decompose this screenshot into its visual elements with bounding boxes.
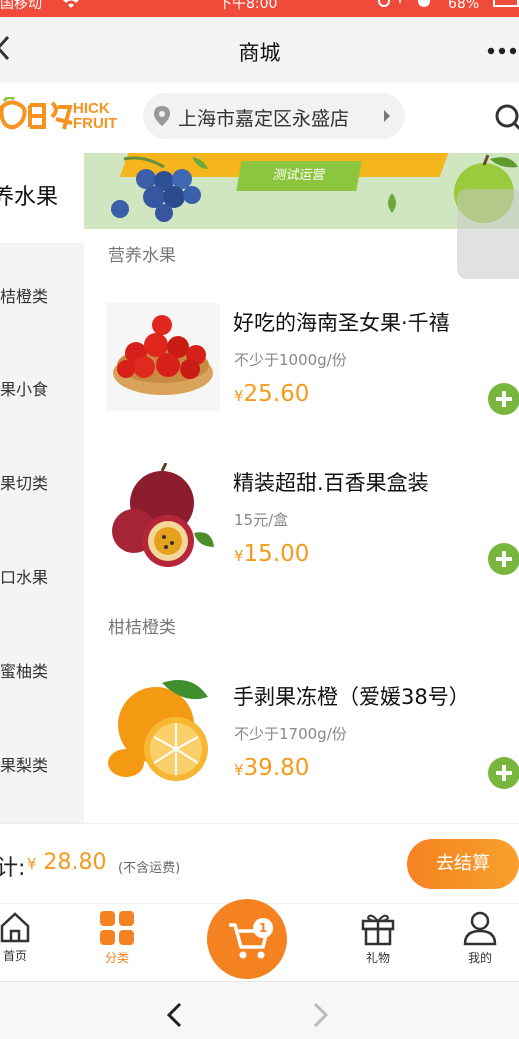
browser-back-icon[interactable] — [165, 1002, 185, 1028]
sidebar-item-cut-fruit[interactable]: 果切类 — [0, 470, 84, 494]
tab-category[interactable]: 分类 — [94, 910, 140, 966]
product-item[interactable]: 好吃的海南圣女果·千禧 不少于1000g/份 ¥25.60 — [84, 303, 519, 463]
tab-label: 我的 — [467, 951, 492, 965]
brand-name-line2: FRUIT — [73, 115, 118, 132]
browser-toolbar — [0, 981, 519, 1039]
product-price: ¥15.00 — [234, 541, 309, 567]
cart-total-value: 28.80 — [43, 850, 107, 875]
carrier-label: 国移动 — [0, 0, 42, 12]
product-spec: 15元/盒 — [234, 511, 289, 529]
currency-symbol: ¥ — [27, 855, 37, 873]
sidebar-item-label: 养水果 — [0, 185, 59, 210]
tab-label: 礼物 — [365, 951, 390, 965]
wifi-icon — [63, 0, 79, 8]
sidebar-item-imported-fruit[interactable]: 口水果 — [0, 564, 84, 588]
battery-level: 68% — [448, 0, 480, 12]
price-value: 25.60 — [243, 381, 310, 407]
sidebar-item-label: 口水果 — [0, 568, 49, 587]
product-price: ¥39.80 — [234, 755, 309, 781]
passion-fruit-image — [106, 463, 220, 571]
search-icon[interactable] — [494, 103, 519, 133]
product-price: ¥25.60 — [234, 381, 309, 407]
section-title-nutrition-fruit: 营养水果 — [108, 246, 176, 266]
more-options-icon[interactable] — [487, 47, 519, 55]
category-sidebar: 养水果 桔橙类 果小食 果切类 口水果 蜜柚类 果梨类 — [0, 153, 84, 823]
battery-icon — [493, 0, 519, 7]
cherry-tomato-image — [106, 303, 220, 411]
product-item[interactable]: 精装超甜.百香果盒装 15元/盒 ¥15.00 — [84, 463, 519, 623]
product-name: 好吃的海南圣女果·千禧 — [233, 311, 450, 335]
blueberry-image — [111, 156, 208, 222]
product-spec: 不少于1000g/份 — [234, 351, 347, 369]
sidebar-item-label: 果切类 — [0, 474, 49, 493]
gift-icon — [361, 914, 395, 946]
sidebar-item-label: 果梨类 — [0, 756, 49, 775]
add-to-cart-button[interactable] — [488, 757, 519, 789]
cart-summary-bar: 计: ¥ 28.80 (不含运费) 去结算 — [0, 823, 519, 903]
home-icon — [0, 912, 30, 943]
shipping-note: (不含运费) — [118, 861, 181, 876]
price-value: 39.80 — [243, 755, 310, 781]
sidebar-item-citrus[interactable]: 桔橙类 — [0, 283, 84, 307]
floating-button[interactable] — [457, 189, 519, 279]
page-title: 商城 — [238, 41, 281, 65]
user-icon — [463, 911, 497, 946]
clock: 下午8:00 — [218, 0, 278, 12]
tab-label: 分类 — [104, 951, 129, 965]
product-name: 精装超甜.百香果盒装 — [233, 471, 429, 495]
brand-name-line1: HICK — [73, 100, 110, 117]
cart-count-badge: 1 — [253, 918, 273, 938]
sidebar-item-pear[interactable]: 果梨类 — [0, 752, 84, 776]
tab-profile[interactable]: 我的 — [457, 910, 503, 966]
leaf-decoration-icon — [388, 193, 396, 213]
status-icons — [378, 0, 430, 7]
product-list: 测试运营 营养水果 好吃的海南圣女果·千禧 不少于1000g/份 ¥25.60 — [84, 153, 519, 823]
store-location-selector[interactable]: 上海市嘉定区永盛店 — [143, 93, 405, 139]
currency-symbol: ¥ — [234, 387, 244, 405]
banner-tag: 测试运营 — [236, 161, 362, 191]
sidebar-item-pomelo[interactable]: 蜜柚类 — [0, 658, 84, 682]
section-title-citrus: 柑桔橙类 — [108, 618, 176, 638]
checkout-button[interactable]: 去结算 — [407, 839, 519, 889]
tab-cart[interactable] — [207, 899, 287, 979]
tab-label: 首页 — [2, 949, 27, 963]
brand-logo-text: HICK FRUIT — [73, 101, 117, 131]
product-name: 手剥果冻橙（爱媛38号） — [233, 685, 470, 709]
browser-forward-icon[interactable] — [310, 1002, 330, 1028]
sidebar-item-nutrition-fruit[interactable]: 养水果 — [0, 153, 84, 243]
total-label: 计: — [0, 856, 26, 881]
promo-banner[interactable]: 测试运营 — [84, 153, 519, 229]
price-value: 15.00 — [243, 541, 310, 567]
sidebar-item-label: 果小食 — [0, 380, 49, 399]
tab-home[interactable]: 首页 — [0, 910, 38, 964]
sidebar-item-label: 桔橙类 — [0, 287, 49, 306]
status-bar: 国移动 下午8:00 68% — [0, 0, 519, 17]
nav-bar: 商城 — [0, 17, 519, 83]
product-item[interactable]: 手剥果冻橙（爱媛38号） 不少于1700g/份 ¥39.80 — [84, 677, 519, 823]
cart-total: ¥ 28.80 — [27, 850, 107, 875]
store-location-label: 上海市嘉定区永盛店 — [178, 108, 350, 130]
store-header: HICK FRUIT 上海市嘉定区永盛店 — [0, 83, 519, 153]
currency-symbol: ¥ — [234, 761, 244, 779]
sidebar-item-label: 蜜柚类 — [0, 662, 49, 681]
add-to-cart-button[interactable] — [488, 383, 519, 415]
chevron-right-icon — [384, 110, 390, 122]
sidebar-item-snacks[interactable]: 果小食 — [0, 376, 84, 400]
location-pin-icon — [154, 106, 170, 126]
tab-gift[interactable]: 礼物 — [355, 910, 401, 966]
add-to-cart-button[interactable] — [488, 543, 519, 575]
cart-icon — [229, 923, 269, 959]
bottom-tab-bar: 首页 分类 1 礼物 我的 — [0, 899, 519, 981]
orange-image — [106, 677, 220, 785]
category-icon — [100, 911, 134, 945]
currency-symbol: ¥ — [234, 547, 244, 565]
product-spec: 不少于1700g/份 — [234, 725, 347, 743]
